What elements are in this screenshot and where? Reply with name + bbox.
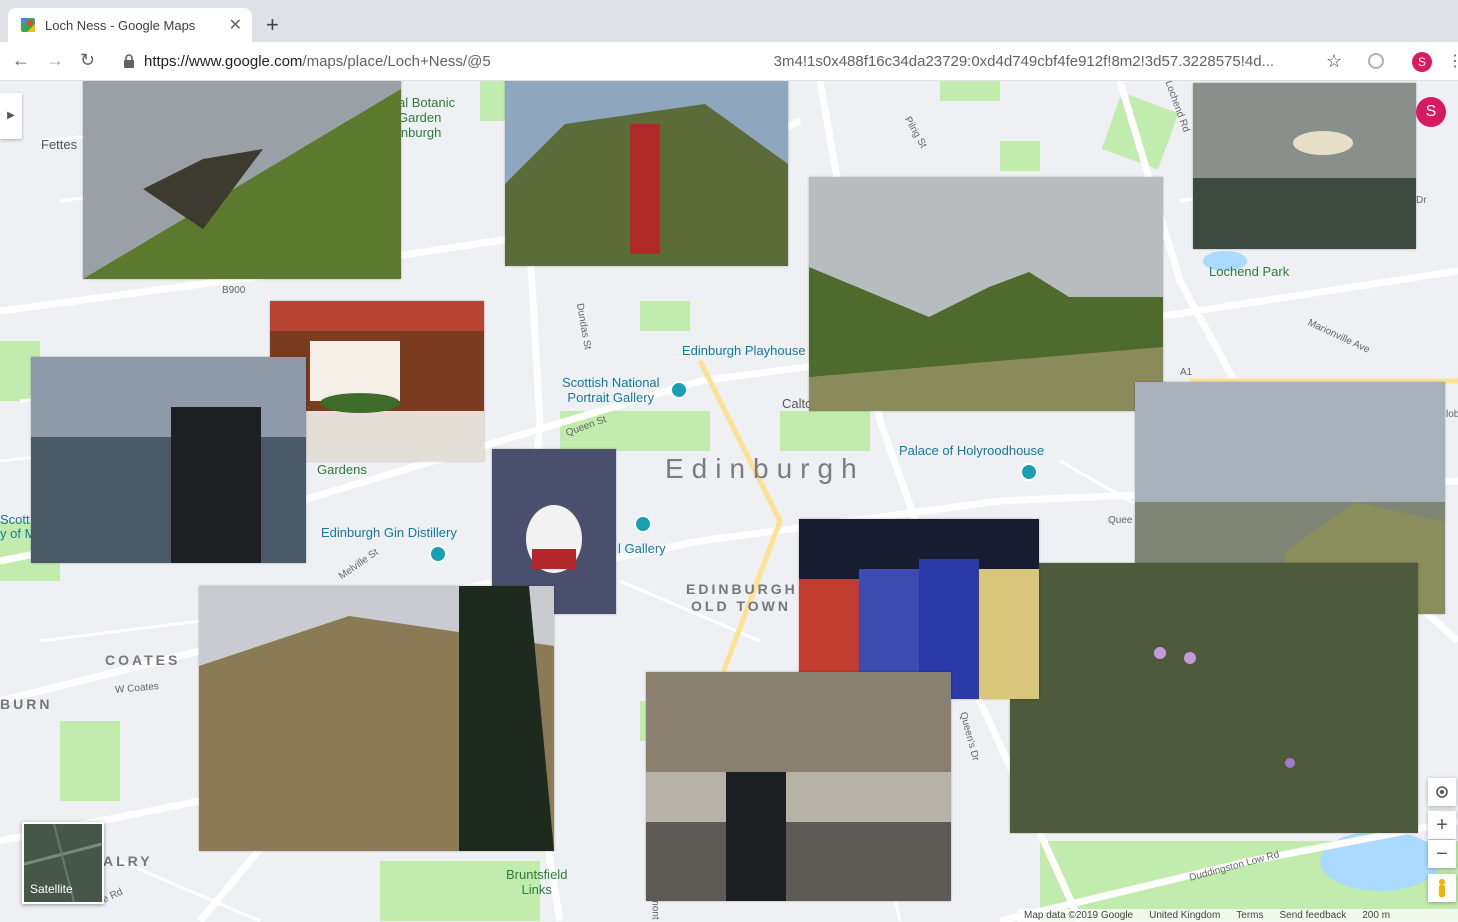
map-label-fettes: Fettes (41, 137, 78, 152)
send-feedback-link[interactable]: Send feedback (1280, 910, 1347, 921)
photo-green-hills (809, 177, 1163, 411)
url-path-end: 3m4!1s0x488f16c34da23729:0xd4d749cbf4fe9… (773, 52, 1275, 70)
photo-crocus-field (1010, 563, 1418, 833)
zoom-in-button[interactable]: + (1428, 811, 1456, 839)
map-label-holyroodhouse[interactable]: Palace of Holyroodhouse (899, 443, 1044, 458)
photo-loch-ness-person (31, 357, 306, 563)
poi-pin-gin-distillery[interactable] (429, 545, 447, 563)
poi-pin-holyroodhouse[interactable] (1020, 463, 1038, 481)
map-label-calton: Calto (782, 396, 813, 411)
poi-pin-portrait-gallery[interactable] (670, 381, 688, 399)
map-canvas[interactable]: Fettes al Botanic Garden inburgh B900 Du… (0, 81, 1458, 922)
tab-bar: Loch Ness - Google Maps ✕ + (0, 0, 1458, 42)
lock-icon (124, 54, 134, 68)
poi-pin-gallery[interactable] (634, 515, 652, 533)
back-icon[interactable]: ← (12, 50, 30, 70)
map-label-queen-edge: Quee (1108, 515, 1133, 526)
forward-icon[interactable]: → (46, 50, 64, 70)
photo-street-person (646, 672, 951, 901)
photo-city-panorama (1193, 83, 1416, 249)
map-label-a1: A1 (1180, 367, 1193, 378)
close-icon[interactable]: ✕ (229, 15, 242, 35)
photo-glenfinnan-valley (199, 586, 554, 851)
map-data-credit: Map data ©2019 Google (1024, 910, 1134, 921)
expand-icon[interactable]: ▶ (0, 93, 22, 139)
region-link[interactable]: United Kingdom (1149, 910, 1220, 921)
new-tab-button[interactable]: + (266, 12, 279, 38)
map-label-gallery[interactable]: l Gallery (618, 541, 666, 556)
url-path-start: /maps/place/Loch+Ness/@5 (302, 52, 491, 70)
scale-bar[interactable]: 200 m (1362, 910, 1390, 921)
menu-icon[interactable]: ⋮ (1447, 51, 1458, 71)
photo-castle-wall (83, 81, 401, 279)
satellite-label: Satellite (30, 882, 73, 896)
star-icon[interactable]: ☆ (1326, 51, 1342, 72)
satellite-toggle[interactable]: Satellite (22, 822, 104, 904)
address-bar[interactable]: https://www.google.com/maps/place/Loch+N… (110, 46, 1360, 76)
map-label-edinburgh-playhouse[interactable]: Edinburgh Playhouse (682, 343, 806, 358)
map-label-old-town-1: EDINBURGH (686, 581, 798, 597)
map-label-lobe: lobe (1446, 409, 1458, 420)
map-label-old-town-2: OLD TOWN (691, 598, 791, 614)
map-label-bruntsfield-links[interactable]: Bruntsfield Links (506, 867, 567, 897)
photo-arthurs-seat-person (505, 81, 788, 266)
map-footer: Map data ©2019 Google United Kingdom Ter… (1018, 909, 1458, 922)
map-label-dr: Dr (1416, 195, 1427, 206)
pegman-icon[interactable] (1428, 874, 1456, 902)
browser-tab[interactable]: Loch Ness - Google Maps ✕ (8, 8, 252, 42)
maps-favicon (21, 18, 35, 32)
map-label-burn: BURN (0, 696, 53, 712)
profile-avatar-small[interactable]: S (1412, 52, 1432, 72)
zoom-out-button[interactable]: − (1428, 840, 1456, 868)
terms-link[interactable]: Terms (1236, 910, 1263, 921)
reload-icon[interactable]: ↻ (80, 50, 95, 70)
map-label-botanic-garden[interactable]: al Botanic Garden inburgh (398, 95, 455, 140)
profile-avatar[interactable]: S (1416, 97, 1446, 127)
map-label-lochend-park[interactable]: Lochend Park (1209, 264, 1289, 279)
url-host: https://www.google.com (144, 52, 303, 70)
map-label-b900: B900 (222, 285, 246, 296)
browser-toolbar: ← → ↻ https://www.google.com/maps/place/… (0, 42, 1458, 81)
map-label-gardens[interactable]: Gardens (317, 462, 367, 477)
map-label-alry: ALRY (103, 853, 153, 869)
tab-title: Loch Ness - Google Maps (45, 17, 196, 33)
url-text: https://www.google.com/maps/place/Loch+N… (144, 53, 1274, 70)
extension-icon[interactable] (1368, 53, 1384, 69)
map-label-portrait-gallery[interactable]: Scottish National Portrait Gallery (562, 375, 660, 405)
map-label-edinburgh: Edinburgh (665, 453, 865, 484)
map-label-coates: COATES (105, 652, 181, 668)
my-location-icon[interactable] (1428, 778, 1456, 806)
map-label-gin-distillery[interactable]: Edinburgh Gin Distillery (321, 525, 457, 540)
